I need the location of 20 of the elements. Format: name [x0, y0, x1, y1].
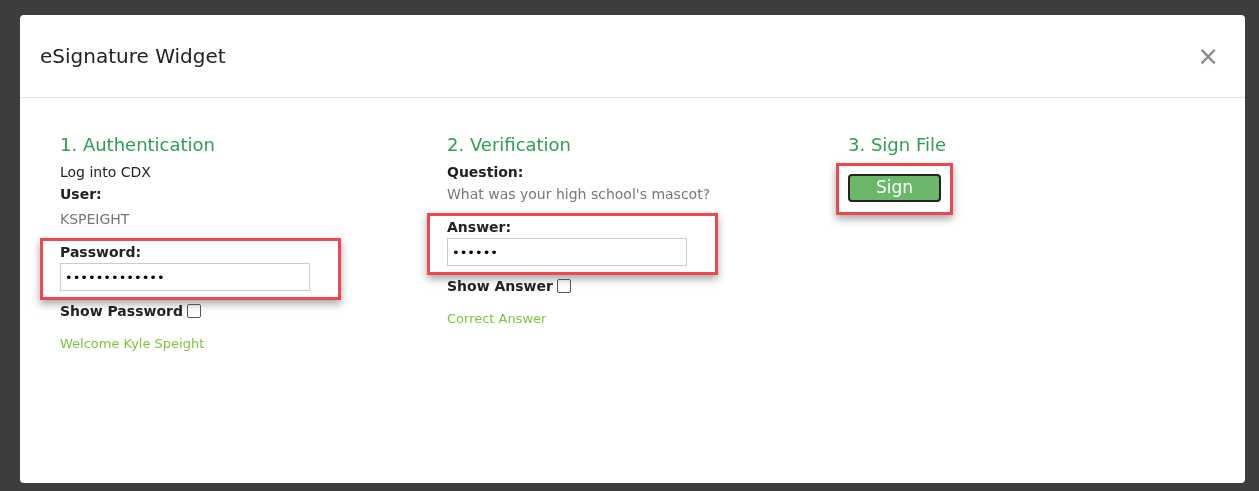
checkbox-label: Show Answer	[447, 277, 553, 296]
checkbox[interactable]	[556, 279, 571, 293]
section-heading: 3. Sign File	[848, 134, 946, 155]
question-text: What was your high school's mascot?	[447, 185, 711, 204]
checkbox-label: Show Password	[60, 302, 183, 321]
username-text: KSPEIGHT	[60, 210, 130, 229]
input-field[interactable]: ••••••	[447, 238, 687, 266]
field-label: Question:	[447, 163, 524, 182]
field-label: Password:	[60, 243, 142, 262]
section-heading: 1. Authentication	[60, 134, 216, 155]
section-heading: 2. Verification	[447, 134, 572, 155]
intro-text: Log into CDX	[60, 163, 151, 182]
status-text: Welcome Kyle Speight	[60, 336, 205, 351]
field-label: Answer:	[447, 218, 512, 237]
checkbox[interactable]	[186, 304, 201, 318]
field-label: User:	[60, 185, 102, 204]
input-field[interactable]: •••••••••••••	[60, 263, 310, 291]
dialog-title: eSignature Widget	[40, 44, 226, 68]
status-text: Correct Answer	[447, 311, 547, 326]
close-button[interactable]: ×	[1193, 41, 1223, 71]
